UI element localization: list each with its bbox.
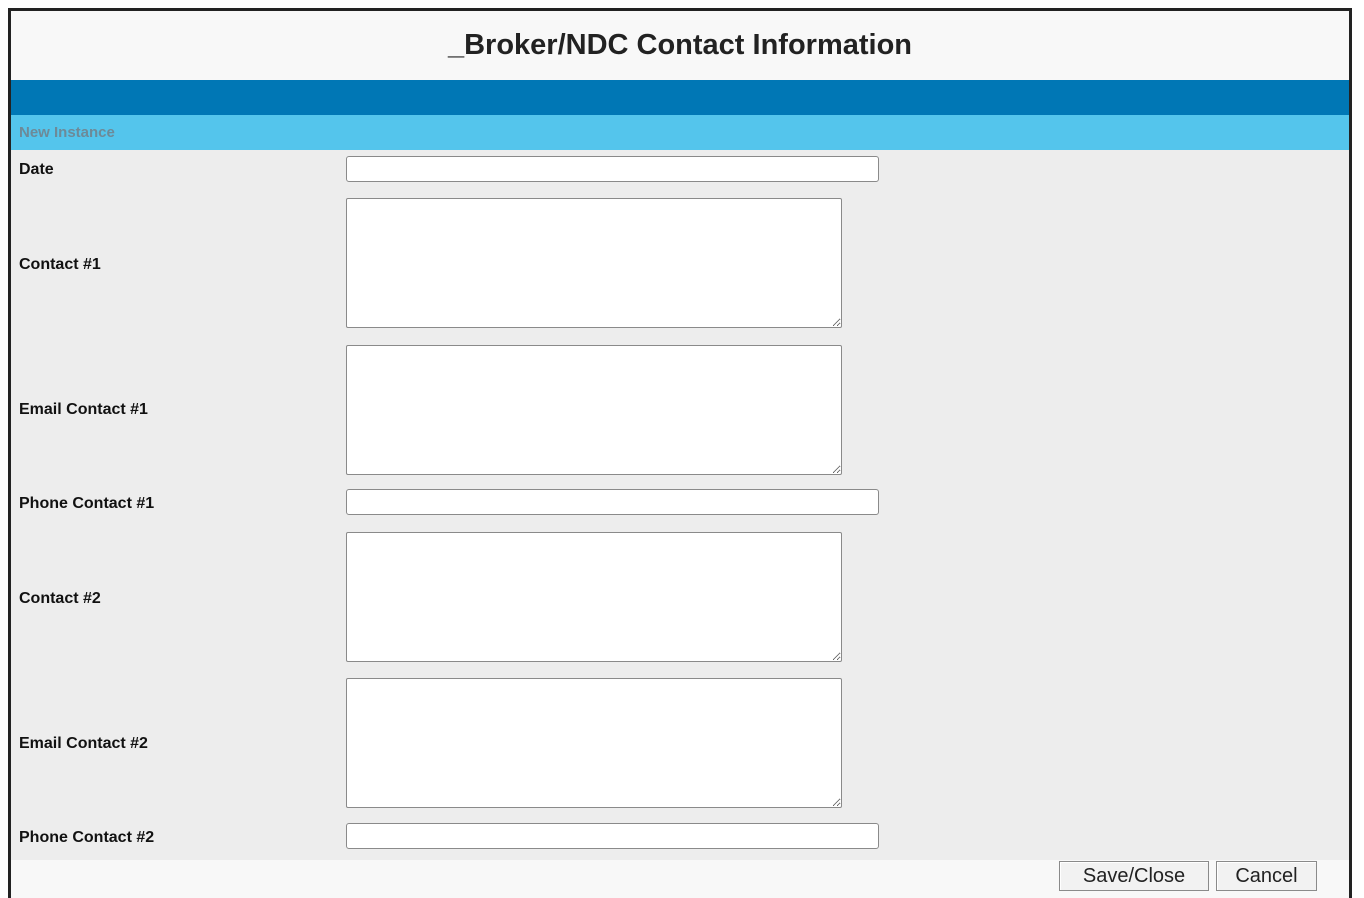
section-header: New Instance	[11, 115, 1349, 150]
contact-2-label: Contact #2	[19, 590, 101, 607]
email-contact-1-label: Email Contact #1	[19, 401, 148, 418]
contact-1-textarea[interactable]	[346, 198, 842, 328]
email-contact-2-label: Email Contact #2	[19, 735, 148, 752]
title-bar: _Broker/NDC Contact Information	[11, 11, 1349, 80]
section-label: New Instance	[19, 124, 115, 141]
phone-contact-1-input[interactable]	[346, 489, 879, 515]
dialog-window: _Broker/NDC Contact Information New Inst…	[8, 8, 1352, 898]
page-title: _Broker/NDC Contact Information	[447, 29, 913, 61]
email-contact-2-textarea[interactable]	[346, 678, 842, 808]
phone-contact-2-label: Phone Contact #2	[19, 829, 155, 846]
phone-contact-1-label: Phone Contact #1	[19, 495, 155, 512]
email-contact-1-textarea[interactable]	[346, 345, 842, 475]
date-input[interactable]	[346, 156, 879, 182]
contact-1-label: Contact #1	[19, 256, 101, 273]
date-label: Date	[19, 161, 54, 178]
phone-contact-2-input[interactable]	[346, 823, 879, 849]
save-close-button[interactable]: Save/Close	[1059, 861, 1209, 891]
cancel-button[interactable]: Cancel	[1216, 861, 1317, 891]
header-band	[11, 80, 1349, 115]
contact-2-textarea[interactable]	[346, 532, 842, 662]
